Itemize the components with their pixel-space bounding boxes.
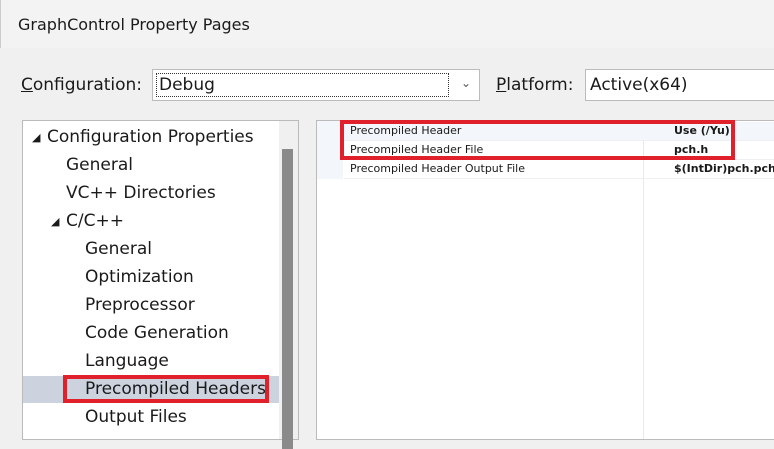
- accesskey: C: [21, 75, 33, 95]
- highlight-box: [340, 120, 735, 160]
- tree-item[interactable]: Preprocessor: [23, 292, 279, 319]
- tree-item[interactable]: General: [23, 236, 279, 263]
- tree-item[interactable]: VC++ Directories: [23, 180, 279, 207]
- expand-arrow-icon[interactable]: ◢: [32, 124, 40, 151]
- tree-item-label: Code Generation: [85, 323, 229, 343]
- tree-item-label: General: [85, 239, 152, 259]
- highlight-box: [63, 375, 269, 403]
- tree-item[interactable]: Code Generation: [23, 320, 279, 347]
- tree-item-label: Output Files: [85, 407, 187, 427]
- tree-item[interactable]: ◢ C/C++: [23, 208, 279, 235]
- tree-item[interactable]: General: [23, 152, 279, 179]
- chevron-down-icon[interactable]: ⌄: [461, 76, 471, 90]
- property-value[interactable]: $(IntDir)pch.pch: [674, 160, 774, 178]
- configuration-label: Configuration:: [21, 75, 142, 95]
- property-row[interactable]: Precompiled Header Output File $(IntDir)p…: [344, 160, 774, 179]
- tree-item-label: Language: [85, 351, 169, 371]
- label-text: latform:: [506, 75, 574, 95]
- tree-item[interactable]: ◢ Configuration Properties: [23, 124, 279, 151]
- configuration-value: Debug: [156, 73, 449, 97]
- configuration-dropdown[interactable]: Debug ⌄: [152, 69, 480, 101]
- window-title: GraphControl Property Pages: [18, 15, 250, 34]
- accesskey: P: [496, 75, 507, 95]
- expand-arrow-icon[interactable]: ◢: [51, 208, 59, 235]
- platform-dropdown[interactable]: Active(x64): [585, 69, 774, 101]
- tree-item-label: General: [66, 155, 133, 175]
- tree-item-label: VC++ Directories: [66, 183, 216, 203]
- platform-label: Platform:: [496, 75, 573, 95]
- tree-item-label: Optimization: [85, 267, 194, 287]
- tree-item[interactable]: Language: [23, 348, 279, 375]
- property-grid: Precompiled Header Use (/Yu) Precompiled H…: [316, 120, 774, 440]
- label-text: onfiguration:: [32, 75, 143, 95]
- tree-scrollbar[interactable]: [279, 121, 298, 449]
- title-bar: GraphControl Property Pages: [0, 0, 774, 48]
- tree-item-label: C/C++: [66, 211, 124, 231]
- scrollbar-thumb[interactable]: [282, 149, 293, 449]
- property-name: Precompiled Header Output File: [350, 162, 525, 175]
- tree-item-label: Configuration Properties: [47, 127, 254, 147]
- tree-item[interactable]: Optimization: [23, 264, 279, 291]
- tree-item-label: Preprocessor: [85, 295, 195, 315]
- tree-item[interactable]: Output Files: [23, 404, 279, 431]
